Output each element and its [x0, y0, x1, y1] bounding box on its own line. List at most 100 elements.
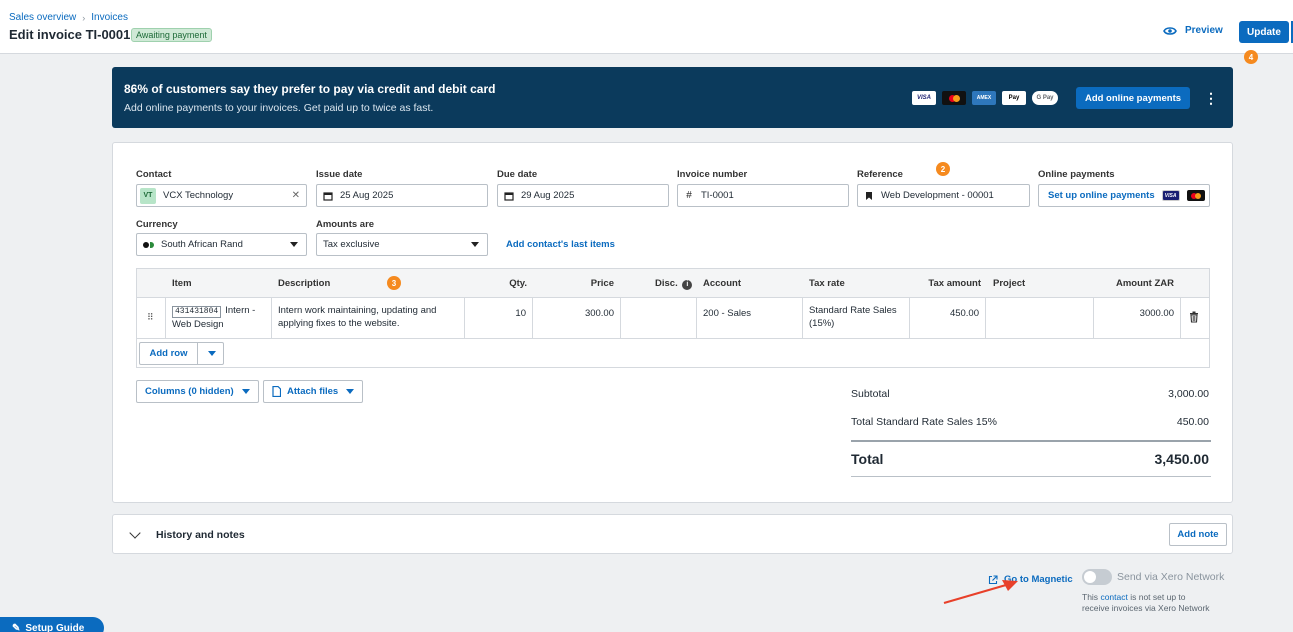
invoice-number-label: Invoice number	[677, 169, 748, 180]
chevron-down-icon	[241, 389, 250, 394]
contact-label: Contact	[136, 169, 172, 180]
tax-amount-cell[interactable]: 450.00	[910, 298, 986, 339]
column-description: Description	[278, 278, 331, 289]
amounts-are-label: Amounts are	[316, 219, 375, 230]
step-badge-reference: 2	[936, 162, 950, 176]
contact-link[interactable]: contact	[1100, 592, 1127, 602]
annotation-arrow-icon	[943, 580, 1018, 605]
project-cell[interactable]	[986, 298, 1094, 339]
page-title: Edit invoice TI-0001	[9, 27, 131, 42]
due-date-label: Due date	[497, 169, 538, 180]
subtotal-label: Subtotal	[851, 388, 890, 400]
chevron-down-icon	[346, 389, 355, 394]
add-note-button[interactable]: Add note	[1169, 523, 1227, 546]
issue-date-field[interactable]: 25 Aug 2025	[316, 184, 488, 207]
bookmark-icon	[866, 191, 872, 200]
column-price: Price	[590, 278, 614, 289]
column-amount: Amount ZAR	[1115, 278, 1174, 289]
mastercard-icon	[942, 91, 966, 105]
column-tax-rate: Tax rate	[809, 278, 845, 289]
item-cell[interactable]: 431431804 Intern - Web Design	[165, 298, 272, 339]
currency-select[interactable]: South African Rand	[136, 233, 307, 256]
calendar-icon	[504, 191, 514, 201]
reference-label: Reference	[857, 169, 903, 180]
online-payments-field[interactable]: Set up online payments VISA	[1038, 184, 1210, 207]
description-cell[interactable]: Intern work maintaining, updating and ap…	[272, 298, 465, 339]
amounts-are-select[interactable]: Tax exclusive	[316, 233, 488, 256]
chevron-down-icon[interactable]	[129, 527, 141, 539]
due-date-value: 29 Aug 2025	[521, 190, 575, 201]
qty-cell[interactable]: 10	[465, 298, 533, 339]
status-badge: Awaiting payment	[131, 28, 212, 42]
network-note: This contact is not set up to receive in…	[1082, 592, 1210, 613]
contact-field[interactable]: VT VCX Technology ✕	[136, 184, 307, 207]
table-header: Item Description 3 Qty. Price Disc. i Ac…	[137, 269, 1209, 298]
reference-field[interactable]: Web Development - 00001	[857, 184, 1030, 207]
breadcrumb-invoices[interactable]: Invoices	[91, 12, 128, 23]
column-tax-amount: Tax amount	[928, 278, 981, 289]
file-icon	[272, 386, 281, 397]
setup-guide-label: Setup Guide	[25, 622, 85, 632]
chevron-down-icon[interactable]	[208, 351, 216, 356]
attach-files-label: Attach files	[287, 386, 339, 397]
contact-value: VCX Technology	[163, 190, 234, 201]
due-date-field[interactable]: 29 Aug 2025	[497, 184, 669, 207]
preview-label: Preview	[1185, 25, 1223, 36]
breadcrumb: Sales overview › Invoices	[9, 12, 128, 23]
attach-files-button[interactable]: Attach files	[263, 380, 364, 403]
table-row: ⠿ 431431804 Intern - Web Design Intern wo…	[137, 298, 1209, 339]
update-button[interactable]: Update	[1239, 21, 1289, 43]
setup-guide-icon: ✎	[12, 622, 21, 632]
invoice-panel: Contact Issue date Due date Invoice numb…	[112, 142, 1233, 503]
chevron-down-icon	[471, 242, 479, 247]
breadcrumb-sales-overview[interactable]: Sales overview	[9, 12, 76, 23]
add-last-items-link[interactable]: Add contact's last items	[506, 239, 615, 250]
amount-cell[interactable]: 3000.00	[1094, 298, 1181, 339]
add-online-payments-button[interactable]: Add online payments	[1076, 87, 1190, 109]
add-row-label[interactable]: Add row	[140, 343, 198, 364]
line-items-table: Item Description 3 Qty. Price Disc. i Ac…	[136, 268, 1210, 368]
online-payments-banner: 86% of customers say they prefer to pay …	[112, 67, 1233, 128]
more-options-icon[interactable]: ⋮	[1204, 89, 1218, 107]
tax-rate-cell[interactable]: Standard Rate Sales (15%)	[803, 298, 910, 339]
price-cell[interactable]: 300.00	[533, 298, 621, 339]
drag-handle-icon[interactable]: ⠿	[147, 312, 154, 323]
setup-guide-button[interactable]: ✎ Setup Guide	[0, 617, 104, 632]
invoice-number-field[interactable]: # TI-0001	[677, 184, 849, 207]
history-title[interactable]: History and notes	[156, 529, 245, 541]
column-disc: Disc. i	[655, 278, 693, 290]
google-pay-icon: G Pay	[1032, 91, 1058, 105]
visa-icon: VISA	[912, 91, 936, 105]
trash-icon[interactable]	[1189, 311, 1199, 323]
subtotal-value: 3,000.00	[1168, 388, 1209, 400]
currency-flag-icon	[143, 241, 154, 248]
mastercard-icon	[1186, 190, 1205, 201]
amounts-are-value: Tax exclusive	[323, 239, 380, 250]
account-cell[interactable]: 200 - Sales	[697, 298, 803, 339]
setup-online-payments-link[interactable]: Set up online payments	[1048, 190, 1155, 201]
hash-icon: #	[686, 190, 692, 201]
preview-button[interactable]: Preview	[1163, 25, 1223, 36]
total-divider	[851, 440, 1211, 442]
add-row-button[interactable]: Add row	[139, 342, 224, 365]
disc-cell[interactable]	[621, 298, 697, 339]
banner-title: 86% of customers say they prefer to pay …	[124, 82, 496, 96]
column-account: Account	[703, 278, 741, 289]
send-via-network-label: Send via Xero Network	[1117, 571, 1225, 583]
columns-label: Columns (0 hidden)	[145, 386, 234, 397]
item-code: 431431804	[172, 306, 222, 318]
info-icon[interactable]: i	[682, 280, 693, 290]
total-value: 3,450.00	[1154, 451, 1210, 467]
amex-icon: AMEX	[972, 91, 996, 105]
tax-total-value: 450.00	[1176, 416, 1209, 428]
breadcrumb-separator-icon: ›	[82, 12, 86, 23]
issue-date-value: 25 Aug 2025	[340, 190, 394, 201]
clear-icon[interactable]: ✕	[292, 190, 300, 201]
column-item: Item	[172, 278, 192, 289]
step-badge-update: 4	[1244, 50, 1258, 64]
column-qty: Qty.	[509, 278, 527, 289]
visa-icon: VISA	[1161, 190, 1180, 201]
columns-button[interactable]: Columns (0 hidden)	[136, 380, 259, 403]
send-via-network-toggle[interactable]	[1082, 569, 1112, 585]
toggle-knob	[1084, 571, 1096, 583]
